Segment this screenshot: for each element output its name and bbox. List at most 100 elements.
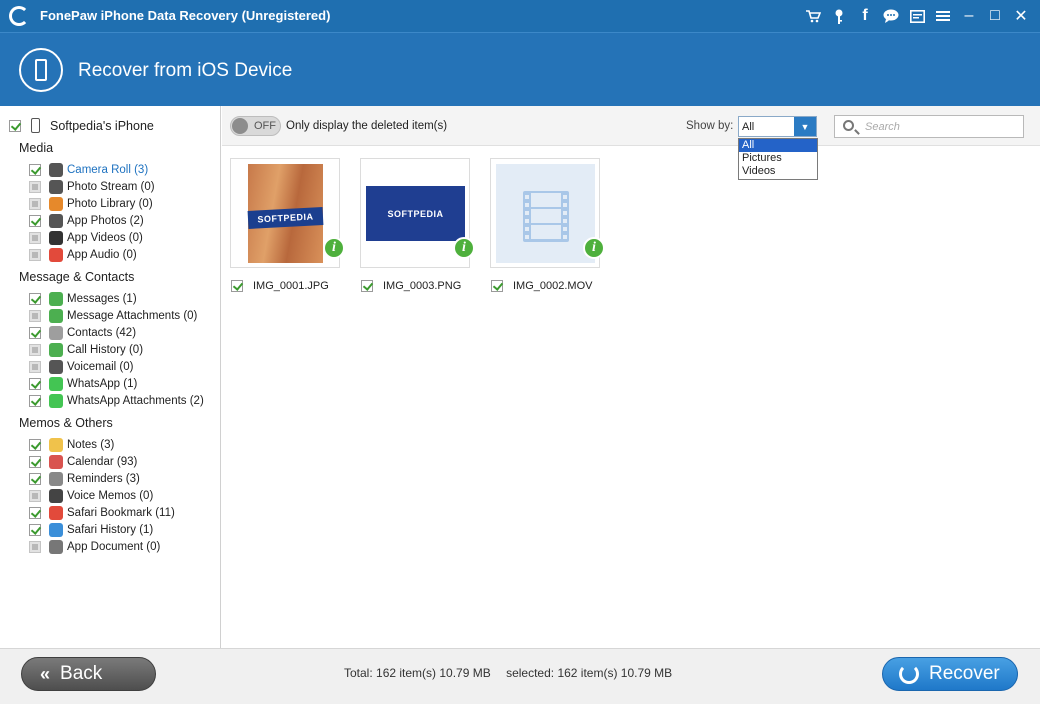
category-label: App Audio (0) xyxy=(67,248,137,261)
file-panel: OFF Only display the deleted item(s) Sho… xyxy=(222,106,1040,648)
show-by-option-all[interactable]: All xyxy=(739,139,817,152)
file-caption[interactable]: IMG_0002.MOV xyxy=(491,280,592,292)
category-checkbox[interactable] xyxy=(29,360,41,373)
app-photos-icon xyxy=(49,213,63,228)
notes-icon xyxy=(49,437,63,452)
total-count: Total: 162 item(s) 10.79 MB xyxy=(344,666,491,680)
sidebar-item[interactable]: App Audio (0) xyxy=(29,246,137,263)
category-label: Notes (3) xyxy=(67,438,115,451)
category-checkbox[interactable] xyxy=(29,506,41,519)
minimize-button[interactable]: – xyxy=(956,0,982,32)
sidebar-item[interactable]: Reminders (3) xyxy=(29,470,140,487)
sidebar-item[interactable]: Call History (0) xyxy=(29,341,143,358)
info-icon[interactable]: i xyxy=(323,237,345,259)
category-checkbox[interactable] xyxy=(29,523,41,536)
camera-icon xyxy=(49,162,63,177)
file-thumbnail[interactable]: SOFTPEDIA i xyxy=(230,158,345,268)
toggle-knob xyxy=(232,118,248,134)
sidebar-item[interactable]: Messages (1) xyxy=(29,290,137,307)
category-checkbox[interactable] xyxy=(29,540,41,553)
sidebar-item[interactable]: Calendar (93) xyxy=(29,453,137,470)
show-by-option-videos[interactable]: Videos xyxy=(739,165,817,178)
sidebar-item[interactable]: Safari Bookmark (11) xyxy=(29,504,175,521)
category-checkbox[interactable] xyxy=(29,292,41,305)
recover-button[interactable]: Recover xyxy=(882,657,1018,691)
show-by-select[interactable]: All ▼ xyxy=(738,116,817,137)
category-checkbox[interactable] xyxy=(29,489,41,502)
chat-icon[interactable] xyxy=(878,0,904,32)
bookmark-icon xyxy=(49,505,63,520)
category-checkbox[interactable] xyxy=(29,343,41,356)
close-button[interactable]: ✕ xyxy=(1008,0,1034,32)
category-checkbox[interactable] xyxy=(29,214,41,227)
search-box[interactable] xyxy=(834,115,1024,138)
page-title: Recover from iOS Device xyxy=(78,60,293,81)
image-preview: SOFTPEDIA xyxy=(366,186,465,241)
category-checkbox[interactable] xyxy=(29,180,41,193)
maximize-button[interactable]: □ xyxy=(982,0,1008,32)
show-by-option-pictures[interactable]: Pictures xyxy=(739,152,817,165)
sidebar-item[interactable]: Notes (3) xyxy=(29,436,114,453)
sidebar-item[interactable]: App Document (0) xyxy=(29,538,160,555)
sidebar-item[interactable]: WhatsApp (1) xyxy=(29,375,137,392)
device-checkbox[interactable] xyxy=(9,119,21,132)
sidebar-item[interactable]: WhatsApp Attachments (2) xyxy=(29,392,204,409)
info-icon[interactable]: i xyxy=(453,237,475,259)
category-checkbox[interactable] xyxy=(29,377,41,390)
recover-icon xyxy=(899,664,919,684)
sidebar-item[interactable]: Safari History (1) xyxy=(29,521,153,538)
back-button[interactable]: « Back xyxy=(21,657,156,691)
sidebar-item[interactable]: App Photos (2) xyxy=(29,212,144,229)
sidebar-item[interactable]: Photo Library (0) xyxy=(29,195,153,212)
category-label: WhatsApp Attachments (2) xyxy=(67,394,204,407)
file-name: IMG_0002.MOV xyxy=(513,280,593,292)
category-label: App Videos (0) xyxy=(67,231,143,244)
category-label: WhatsApp (1) xyxy=(67,377,138,390)
chevron-down-icon[interactable]: ▼ xyxy=(794,117,816,136)
category-checkbox[interactable] xyxy=(29,231,41,244)
deleted-only-toggle[interactable]: OFF xyxy=(230,116,281,136)
action-bar: « Back Total: 162 item(s) 10.79 MB selec… xyxy=(0,648,1040,704)
search-icon xyxy=(843,120,854,131)
app-audio-icon xyxy=(49,247,63,262)
category-checkbox[interactable] xyxy=(29,326,41,339)
file-name: IMG_0003.PNG xyxy=(383,280,462,292)
sidebar-item[interactable]: Camera Roll (3) xyxy=(29,161,148,178)
device-root-item[interactable]: Softpedia's iPhone xyxy=(9,118,154,133)
sidebar-item[interactable]: Message Attachments (0) xyxy=(29,307,197,324)
file-checkbox[interactable] xyxy=(361,280,373,292)
info-icon[interactable]: i xyxy=(583,237,605,259)
back-label: Back xyxy=(60,663,103,684)
show-by-dropdown: All Pictures Videos xyxy=(738,138,818,180)
category-checkbox[interactable] xyxy=(29,248,41,261)
file-caption[interactable]: IMG_0001.JPG xyxy=(231,280,329,292)
sidebar-item[interactable]: Voice Memos (0) xyxy=(29,487,153,504)
category-group-title: Media xyxy=(19,141,54,155)
messages-icon xyxy=(49,291,63,306)
file-checkbox[interactable] xyxy=(231,280,243,292)
category-checkbox[interactable] xyxy=(29,472,41,485)
facebook-icon[interactable]: f xyxy=(852,0,878,32)
cart-icon[interactable] xyxy=(800,0,826,32)
menu-icon[interactable] xyxy=(930,0,956,32)
sidebar-item[interactable]: Contacts (42) xyxy=(29,324,136,341)
category-checkbox[interactable] xyxy=(29,438,41,451)
category-checkbox[interactable] xyxy=(29,163,41,176)
sidebar-item[interactable]: Photo Stream (0) xyxy=(29,178,155,195)
sidebar-item[interactable]: App Videos (0) xyxy=(29,229,143,246)
category-checkbox[interactable] xyxy=(29,394,41,407)
file-thumbnail[interactable]: i xyxy=(490,158,605,268)
category-checkbox[interactable] xyxy=(29,455,41,468)
category-label: App Document (0) xyxy=(67,540,161,553)
voice-memo-icon xyxy=(49,488,63,503)
feedback-icon[interactable] xyxy=(904,0,930,32)
search-input[interactable] xyxy=(865,119,1015,134)
category-label: Messages (1) xyxy=(67,292,137,305)
key-icon[interactable] xyxy=(826,0,852,32)
sidebar-item[interactable]: Voicemail (0) xyxy=(29,358,133,375)
file-checkbox[interactable] xyxy=(491,280,503,292)
file-caption[interactable]: IMG_0003.PNG xyxy=(361,280,461,292)
category-checkbox[interactable] xyxy=(29,309,41,322)
file-thumbnail[interactable]: SOFTPEDIA i xyxy=(360,158,475,268)
category-checkbox[interactable] xyxy=(29,197,41,210)
